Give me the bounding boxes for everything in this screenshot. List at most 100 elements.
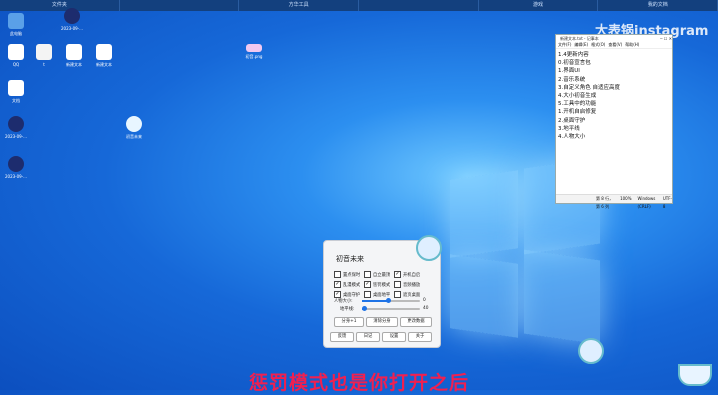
menu-help[interactable]: 帮助(H) [625, 42, 639, 48]
toolbar-tab-6[interactable]: 我的文档 [598, 0, 718, 11]
note-line: 4.大小初音生成 [558, 93, 597, 100]
checkbox-6[interactable]: ✓ 桌面守护 [334, 291, 360, 298]
checkbox-box [394, 291, 401, 298]
checkbox-label: 音频播放 [403, 282, 421, 288]
menu-file[interactable]: 文件(F) [558, 42, 571, 48]
notepad-window: 新建文本.txt - 记事本 ─ ☐ ✕ 文件(F) 编辑(E) 格式(O) 查… [555, 34, 673, 209]
checkbox-label: 开机自启 [403, 272, 421, 278]
desktop-icon-new-text-2[interactable]: 新建文本 [88, 44, 120, 67]
note-line: 1.4更新内容 [558, 52, 589, 58]
miku-avatar-icon [126, 116, 142, 132]
note-line: 1.界面UI [558, 68, 580, 75]
desktop-icon-t[interactable]: t [28, 44, 60, 67]
desktop-icon-new-text-1[interactable]: 新建文本 [58, 44, 90, 67]
notepad-titlebar[interactable]: 新建文本.txt - 记事本 ─ ☐ ✕ [556, 35, 672, 42]
diary-button[interactable]: 日记 [356, 332, 380, 342]
checkbox-4[interactable]: ✓ 惩罚模式 [364, 281, 390, 288]
toolbar-tab-3[interactable]: 方华工具 [239, 0, 360, 11]
notepad-title: 新建文本.txt - 记事本 [560, 36, 599, 41]
checkbox-box [334, 271, 341, 278]
miku-desktop-pet-icon[interactable] [578, 338, 604, 364]
checkbox-0[interactable]: 置点保时 [334, 271, 360, 278]
clone-add-button[interactable]: 分身+1 [334, 317, 364, 327]
settings-button[interactable]: 设置 [382, 332, 406, 342]
desktop-icon-video-2[interactable]: 2023-09-... [0, 116, 32, 139]
checkbox-2[interactable]: ✓ 开机自启 [394, 271, 420, 278]
miku-mascot-icon [416, 235, 442, 261]
desktop-icon-video-3[interactable]: 2023-09-... [0, 156, 32, 179]
note-line: 1.开机自启修复 [558, 109, 597, 116]
notepad-menubar: 文件(F) 编辑(E) 格式(O) 查看(V) 帮助(H) [556, 42, 672, 49]
horizon-slider[interactable] [362, 306, 420, 311]
feedback-button[interactable]: 反馈 [330, 332, 354, 342]
window-controls[interactable]: ─ ☐ ✕ [660, 35, 672, 42]
toolbar-tab-4[interactable] [359, 0, 479, 11]
checkbox-box: ✓ [334, 281, 341, 288]
toolbar-tab-2[interactable] [120, 0, 240, 11]
size-value: 0 [423, 298, 426, 303]
checkbox-label: 遮页桌面 [403, 292, 421, 298]
desktop-icon-image[interactable]: 初音.png [238, 44, 270, 59]
checkbox-5[interactable]: 音频播放 [394, 281, 420, 288]
checkbox-label: 桌面地平 [373, 292, 391, 298]
miku-settings-panel: 初音未来 置点保时 自立最顶 ✓ 开机自启 ✓ 乱漫模式 ✓ 惩罚模式 音频播放 ✓ 桌… [323, 235, 442, 348]
size-slider[interactable] [362, 298, 420, 303]
image-file-icon [246, 44, 262, 52]
video-player-icon [8, 116, 24, 132]
about-button[interactable]: 关于 [408, 332, 432, 342]
panel-title: 初音未来 [336, 255, 364, 263]
checkbox-box: ✓ [394, 271, 401, 278]
document-icon [8, 80, 24, 96]
text-file-icon [36, 44, 52, 60]
document-icon [96, 44, 112, 60]
menu-format[interactable]: 格式(O) [591, 42, 605, 48]
checkbox-label: 乱漫模式 [343, 282, 361, 288]
note-line: 3.地平线 [558, 125, 580, 132]
desktop-icon-miku[interactable]: 初音未来 [118, 116, 150, 139]
checkbox-label: 置点保时 [343, 272, 361, 278]
checkbox-box: ✓ [364, 281, 371, 288]
status-line-ending: Windows (CRLF) [637, 196, 656, 209]
computer-icon [8, 13, 24, 29]
note-line: 3.自定义角色 自适应高度 [558, 84, 620, 91]
size-label: 人物大小: [334, 299, 353, 304]
notepad-text-area[interactable]: 1.4更新内容 0.初音宣言包 1.界面UI 2.音乐系统 3.自定义角色 自适… [556, 49, 672, 190]
slider-knob[interactable] [385, 298, 391, 303]
video-subtitle: 惩罚模式也是你打开之后 [248, 372, 469, 394]
note-line: 0.初音宣言包 [558, 60, 591, 67]
note-line: 2.音乐系统 [558, 76, 586, 83]
checkbox-box [364, 271, 371, 278]
slider-knob[interactable] [362, 306, 368, 311]
change-data-button[interactable]: 更改数据 [400, 317, 432, 327]
status-encoding: UTF-8 [662, 196, 672, 209]
checkbox-1[interactable]: 自立最顶 [364, 271, 390, 278]
status-zoom: 100% [620, 196, 632, 201]
qq-icon [8, 44, 24, 60]
note-line: 4.人物大小 [558, 134, 586, 141]
horizon-label: 地平线: [340, 307, 355, 312]
checkbox-3[interactable]: ✓ 乱漫模式 [334, 281, 360, 288]
checkbox-label: 惩罚模式 [373, 282, 391, 288]
clear-clones-button[interactable]: 清除分身 [366, 317, 398, 327]
note-line: 5.工具中的功能 [558, 101, 597, 108]
checkbox-box: ✓ [334, 291, 341, 298]
checkbox-box [364, 291, 371, 298]
top-toolbar: 文件夹 方华工具 游戏 我的文档 [0, 0, 718, 11]
note-line: 2.桌面守护 [558, 117, 586, 124]
notepad-statusbar: 第 8 行，第 6 列 100% Windows (CRLF) UTF-8 [556, 194, 672, 209]
menu-edit[interactable]: 编辑(E) [574, 42, 588, 48]
slider-fill [362, 300, 389, 302]
menu-view[interactable]: 查看(V) [608, 42, 622, 48]
video-player-icon [8, 156, 24, 172]
checkbox-box [394, 281, 401, 288]
toolbar-tab-5[interactable]: 游戏 [479, 0, 599, 11]
desktop-icon-this-pc[interactable]: 此电脑 [0, 13, 32, 36]
checkbox-7[interactable]: 桌面地平 [364, 291, 390, 298]
video-player-icon [64, 8, 80, 24]
checkbox-label: 自立最顶 [373, 272, 391, 278]
document-icon [66, 44, 82, 60]
checkbox-8[interactable]: 遮页桌面 [394, 291, 420, 298]
desktop-icon-video-1[interactable]: 2023-09-... [56, 8, 88, 31]
horizon-value: 40 [423, 306, 429, 311]
desktop-icon-doc[interactable]: 文档 [0, 80, 32, 103]
